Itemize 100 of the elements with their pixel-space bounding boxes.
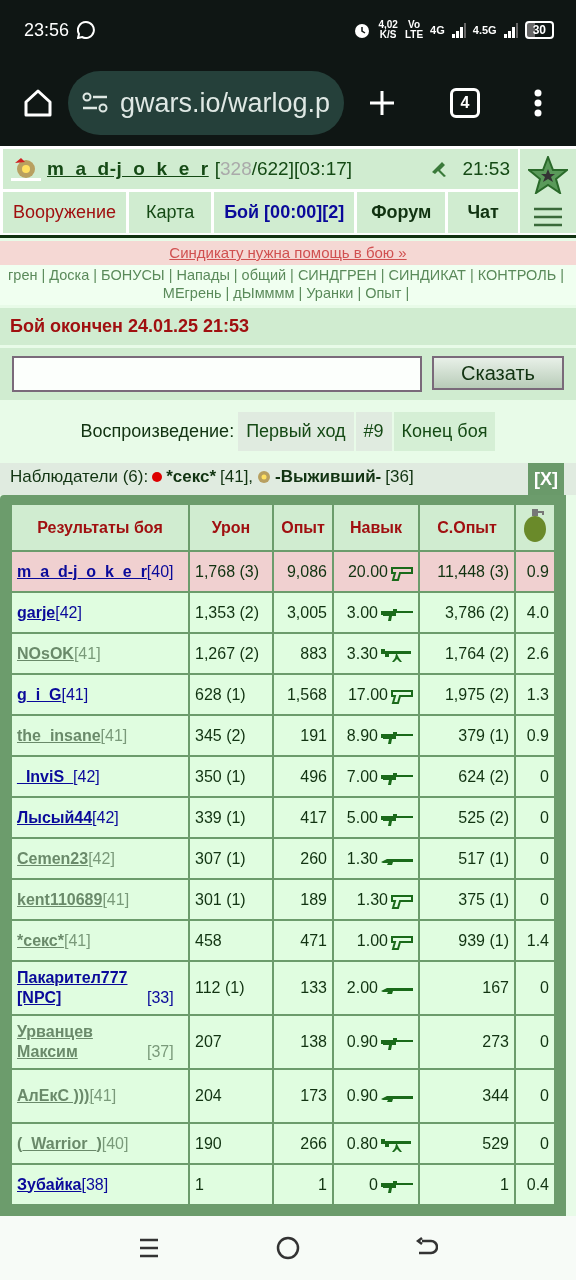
damage-cell: 1,267 (2) [189, 633, 273, 674]
link-separator: | [405, 285, 410, 301]
menu-icon[interactable] [534, 206, 562, 227]
quick-link[interactable]: БОНУСЫ [101, 267, 165, 283]
damage-cell: 345 (2) [189, 715, 273, 756]
quick-link[interactable]: дЫмммм [233, 285, 295, 301]
user-stats: [328/622][03:17] [214, 158, 353, 180]
skill-value: 0.90 [346, 1087, 378, 1105]
observer-level: [41], [220, 467, 254, 487]
volte-label: LTE [404, 30, 424, 40]
quick-link[interactable]: МЕгрень [162, 285, 222, 301]
skill-value: 3.30 [346, 644, 378, 663]
signal-icon [503, 22, 518, 38]
total-exp-cell: 529 [419, 1123, 515, 1164]
grenade-cell: 0 [515, 756, 555, 797]
nav-tab[interactable]: Вооружение [3, 192, 127, 233]
player-name-link[interactable]: Зубайка [17, 1174, 82, 1195]
replay-button[interactable]: Первый ход [238, 412, 354, 451]
quick-link[interactable]: Напады [176, 267, 230, 283]
clock-time: 23:56 [24, 19, 70, 41]
home-button[interactable] [22, 87, 54, 119]
quick-link[interactable]: СИНДГРЕН [297, 267, 377, 283]
username-link[interactable]: m_a_d-j_o_k_e_r [47, 158, 209, 180]
player-name-link[interactable]: (_Warrior_) [17, 1133, 102, 1154]
total-exp-cell: 3,786 (2) [419, 592, 515, 633]
nav-tab[interactable]: Карта [129, 192, 212, 233]
player-name-link[interactable]: m_a_d-j_o_k_e_r [17, 561, 147, 582]
avatar-icon [257, 470, 272, 484]
player-name-link[interactable]: *секс* [17, 930, 64, 951]
nav-tab[interactable]: Форум [357, 192, 446, 233]
skill-value: 1.30 [346, 849, 378, 868]
site-settings-icon[interactable] [82, 92, 108, 114]
replay-button[interactable]: Конец боя [393, 412, 496, 451]
close-button[interactable]: [X] [528, 463, 564, 495]
player-name-link[interactable]: the_insane [17, 725, 101, 746]
observer-name[interactable]: -Выживший- [275, 467, 382, 487]
volte-label: Vo [408, 20, 421, 30]
link-separator: | [357, 285, 362, 301]
player-name-link[interactable]: _InviS_ [17, 766, 74, 787]
tab-count-button[interactable]: 4 [450, 88, 480, 118]
player-level: [38] [81, 1175, 109, 1193]
total-exp-cell: 379 (1) [419, 715, 515, 756]
quick-link[interactable]: КОНТРОЛЬ [477, 267, 557, 283]
address-bar[interactable]: gwars.io/warlog.p [68, 71, 344, 135]
player-name-link[interactable]: g_i_G [17, 684, 62, 705]
total-exp-cell: 517 (1) [419, 838, 515, 879]
star-icon[interactable] [528, 155, 568, 194]
replay-label: Воспроизведение: [80, 421, 235, 442]
grenade-cell: 2.6 [515, 633, 555, 674]
grenade-icon [523, 508, 547, 543]
quick-link[interactable]: грен [8, 267, 38, 283]
column-header: Результаты боя [11, 504, 189, 551]
player-name-link[interactable]: АлЕкС ))) [17, 1086, 90, 1106]
damage-cell: 307 (1) [189, 838, 273, 879]
quick-link[interactable]: Опыт [365, 285, 402, 301]
new-tab-button[interactable] [368, 89, 396, 117]
damage-cell: 301 (1) [189, 879, 273, 920]
total-exp-cell: 11,448 (3) [419, 551, 515, 592]
quick-link[interactable]: общий [241, 267, 287, 283]
total-exp-cell: 1,764 (2) [419, 633, 515, 674]
grenade-cell: 1.3 [515, 674, 555, 715]
grenade-cell: 0 [515, 838, 555, 879]
message-input[interactable] [12, 356, 422, 392]
player-level: [37] [147, 1043, 174, 1060]
replay-button[interactable]: #9 [355, 412, 392, 451]
grenade-cell: 0 [515, 1123, 555, 1164]
grenade-cell: 1.4 [515, 920, 555, 961]
machine-gun-icon [381, 1136, 413, 1153]
nav-tab[interactable]: Бой [00:00][2] [214, 192, 355, 233]
nav-tab[interactable]: Чат [448, 192, 518, 233]
exp-cell: 417 [273, 797, 333, 838]
skill-value: 3.00 [346, 603, 378, 622]
player-name-link[interactable]: NOsOK [17, 643, 74, 664]
player-name-link[interactable]: garje [17, 602, 56, 623]
total-exp-cell: 525 (2) [419, 797, 515, 838]
recent-apps-icon[interactable] [138, 1237, 160, 1259]
player-name-link[interactable]: Лысый44 [17, 807, 93, 828]
shotgun-icon [381, 985, 413, 997]
skill-value: 0.80 [346, 1134, 378, 1153]
exp-cell: 1,568 [273, 674, 333, 715]
shotgun-icon [381, 1093, 413, 1105]
say-button[interactable]: Сказать [432, 356, 564, 390]
player-name-link[interactable]: Пакарител777 [NPC] [17, 968, 147, 1008]
exp-cell: 1 [273, 1164, 333, 1205]
exp-cell: 133 [273, 961, 333, 1015]
player-name-link[interactable]: kent110689 [17, 889, 103, 910]
player-level: [42] [88, 849, 115, 867]
player-name-link[interactable]: Cemen23 [17, 848, 89, 869]
grenade-cell: 0 [515, 1069, 555, 1123]
quick-link[interactable]: Уранки [306, 285, 354, 301]
exp-cell: 3,005 [273, 592, 333, 633]
observer-name[interactable]: *секс* [166, 467, 216, 487]
speed-unit: K/S [379, 30, 397, 40]
quick-link[interactable]: Доска [49, 267, 90, 283]
rifle-icon [381, 607, 413, 622]
home-circle-icon[interactable] [276, 1236, 300, 1260]
menu-button[interactable] [534, 89, 542, 117]
quick-link[interactable]: СИНДИКАТ [388, 267, 466, 283]
player-name-link[interactable]: Урванцев Максим [17, 1022, 147, 1062]
total-exp-cell: 624 (2) [419, 756, 515, 797]
